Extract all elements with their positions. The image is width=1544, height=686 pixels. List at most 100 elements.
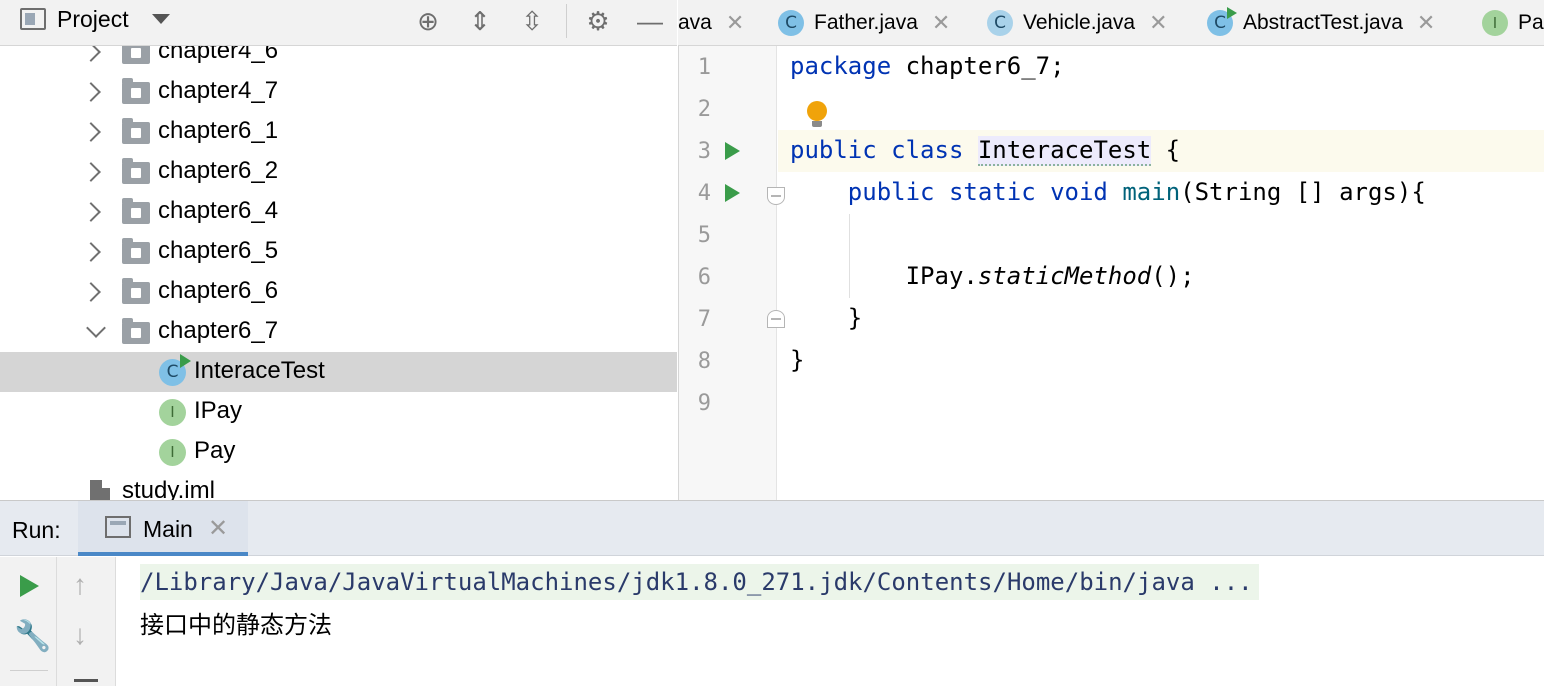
code-text: chapter6_7; <box>891 52 1065 80</box>
keyword: package <box>790 52 892 80</box>
console-command-line[interactable]: /Library/Java/JavaVirtualMachines/jdk1.8… <box>140 564 1259 600</box>
class-name: InteraceTest <box>977 136 1152 166</box>
tree-item-pay[interactable]: I Pay <box>0 432 677 472</box>
collapse-all-icon[interactable]: ⇳ <box>515 4 549 38</box>
locate-icon[interactable]: ⊕ <box>411 4 445 38</box>
tree-item-label: IPay <box>194 397 243 424</box>
tree-item-label: chapter6_5 <box>158 237 279 264</box>
tab-label: ava <box>678 11 712 34</box>
code-line-3: public class InteraceTest { <box>790 136 1180 166</box>
tree-item-label: chapter6_4 <box>158 197 279 224</box>
line-number: 2 <box>697 97 711 122</box>
tree-item-label: chapter4_6 <box>158 46 279 64</box>
chevron-right-icon[interactable] <box>81 242 101 262</box>
code-text: (String [] args){ <box>1180 178 1426 206</box>
minimize-icon[interactable]: — <box>633 4 667 38</box>
lightbulb-icon[interactable] <box>807 101 827 127</box>
tree-item-label: chapter6_1 <box>158 117 279 144</box>
run-panel-header: Run: Main ✕ <box>0 501 1544 556</box>
project-panel-title[interactable]: Project <box>57 6 129 33</box>
chevron-right-icon[interactable] <box>81 282 101 302</box>
interface-icon: I <box>159 439 186 466</box>
tree-item-interacetest[interactable]: C InteraceTest <box>0 352 677 392</box>
tab-main[interactable]: Main ✕ <box>78 501 248 556</box>
folder-icon <box>122 318 150 344</box>
tree-item-ipay[interactable]: I IPay <box>0 392 677 432</box>
tab-father-java[interactable]: C Father.java ✕ <box>778 0 950 45</box>
static-method-call: staticMethod <box>977 262 1152 290</box>
interface-icon: I <box>1482 10 1508 36</box>
tree-item-label: chapter6_7 <box>158 317 279 344</box>
line-number: 8 <box>697 349 711 374</box>
tree-item-chapter6-4[interactable]: chapter6_4 <box>0 192 677 232</box>
chevron-down-icon[interactable] <box>86 318 106 338</box>
tab-label: Vehicle.java <box>1023 11 1136 34</box>
tree-item-chapter6-5[interactable]: chapter6_5 <box>0 232 677 272</box>
chevron-right-icon[interactable] <box>81 202 101 222</box>
arrow-up-icon[interactable]: ↑ <box>73 569 87 601</box>
folder-icon <box>122 238 150 264</box>
expand-all-icon[interactable]: ⇕ <box>463 4 497 38</box>
tree-item-study-iml[interactable]: study.iml <box>0 472 677 500</box>
keyword: public static void <box>847 178 1108 206</box>
wrench-icon[interactable]: 🔧 <box>14 619 51 654</box>
method-name: main <box>1122 178 1181 206</box>
chevron-right-icon[interactable] <box>81 82 101 102</box>
top-bar: Project ⊕ ⇕ ⇳ ⚙ — ava ✕ C Father.java ✕ … <box>0 0 1544 46</box>
code-text: } <box>847 304 863 332</box>
folder-icon <box>122 198 150 224</box>
chevron-right-icon[interactable] <box>81 162 101 182</box>
tree-item-chapter6-1[interactable]: chapter6_1 <box>0 112 677 152</box>
runnable-class-icon: C <box>1207 7 1237 36</box>
close-icon[interactable]: ✕ <box>726 10 744 36</box>
tree-item-chapter6-6[interactable]: chapter6_6 <box>0 272 677 312</box>
code-line-4: public static void main(String [] args){ <box>790 178 1426 206</box>
toolbar-separator <box>56 557 57 686</box>
code-editor[interactable]: 1 2 3 4 5 6 7 8 9 package chapter6_7; pu… <box>678 46 1544 500</box>
line-number: 3 <box>697 139 711 164</box>
toolbar-separator <box>566 4 567 38</box>
run-panel: Run: Main ✕ 🔧 ↑ ↓ /Library/Java/JavaVirt… <box>0 500 1544 686</box>
code-line-7: } <box>790 304 862 332</box>
code-line-1: package chapter6_7; <box>790 52 1065 80</box>
close-icon[interactable]: ✕ <box>932 10 950 36</box>
run-toolbar: 🔧 ↑ ↓ <box>0 557 116 686</box>
line-number: 9 <box>697 391 711 416</box>
tab-pay-partial[interactable]: I Pa <box>1482 0 1544 45</box>
tab-abstracttest-java[interactable]: C AbstractTest.java ✕ <box>1207 0 1435 45</box>
tree-item-chapter4-6[interactable]: chapter4_6 <box>0 46 677 72</box>
project-panel-header: Project ⊕ ⇕ ⇳ ⚙ — <box>0 0 677 46</box>
close-icon[interactable]: ✕ <box>208 514 228 543</box>
tab-vehicle-java[interactable]: C Vehicle.java ✕ <box>987 0 1168 45</box>
tree-item-label: study.iml <box>122 477 215 500</box>
tree-item-label: InteraceTest <box>194 357 325 384</box>
tree-item-label: chapter4_7 <box>158 77 279 104</box>
runnable-class-icon: C <box>159 354 191 386</box>
chevron-down-icon[interactable] <box>152 14 170 24</box>
run-panel-label: Run: <box>12 517 61 543</box>
close-icon[interactable]: ✕ <box>1417 10 1435 36</box>
tree-item-chapter4-7[interactable]: chapter4_7 <box>0 72 677 112</box>
line-number: 1 <box>697 55 711 80</box>
soft-wrap-icon[interactable] <box>74 679 98 682</box>
tree-item-chapter6-2[interactable]: chapter6_2 <box>0 152 677 192</box>
rerun-icon[interactable] <box>20 575 39 597</box>
project-window-icon <box>20 8 46 30</box>
close-icon[interactable]: ✕ <box>1149 10 1167 36</box>
class-icon: C <box>778 10 804 36</box>
chevron-right-icon[interactable] <box>81 122 101 142</box>
abstract-class-icon: C <box>987 10 1013 36</box>
line-number: 6 <box>697 265 711 290</box>
code-area[interactable]: package chapter6_7; public class Interac… <box>778 46 1544 500</box>
tab-label: Main <box>143 516 193 542</box>
tree-item-chapter6-7[interactable]: chapter6_7 <box>0 312 677 352</box>
gear-icon[interactable]: ⚙ <box>581 4 615 38</box>
run-gutter-icon[interactable] <box>725 142 740 160</box>
tree-item-label: Pay <box>194 437 236 464</box>
chevron-right-icon[interactable] <box>81 46 101 62</box>
arrow-down-icon[interactable]: ↓ <box>73 619 87 651</box>
tab-partial[interactable]: ava ✕ <box>678 0 744 45</box>
line-number: 4 <box>697 181 711 206</box>
tree-item-label: chapter6_2 <box>158 157 279 184</box>
run-gutter-icon[interactable] <box>725 184 740 202</box>
